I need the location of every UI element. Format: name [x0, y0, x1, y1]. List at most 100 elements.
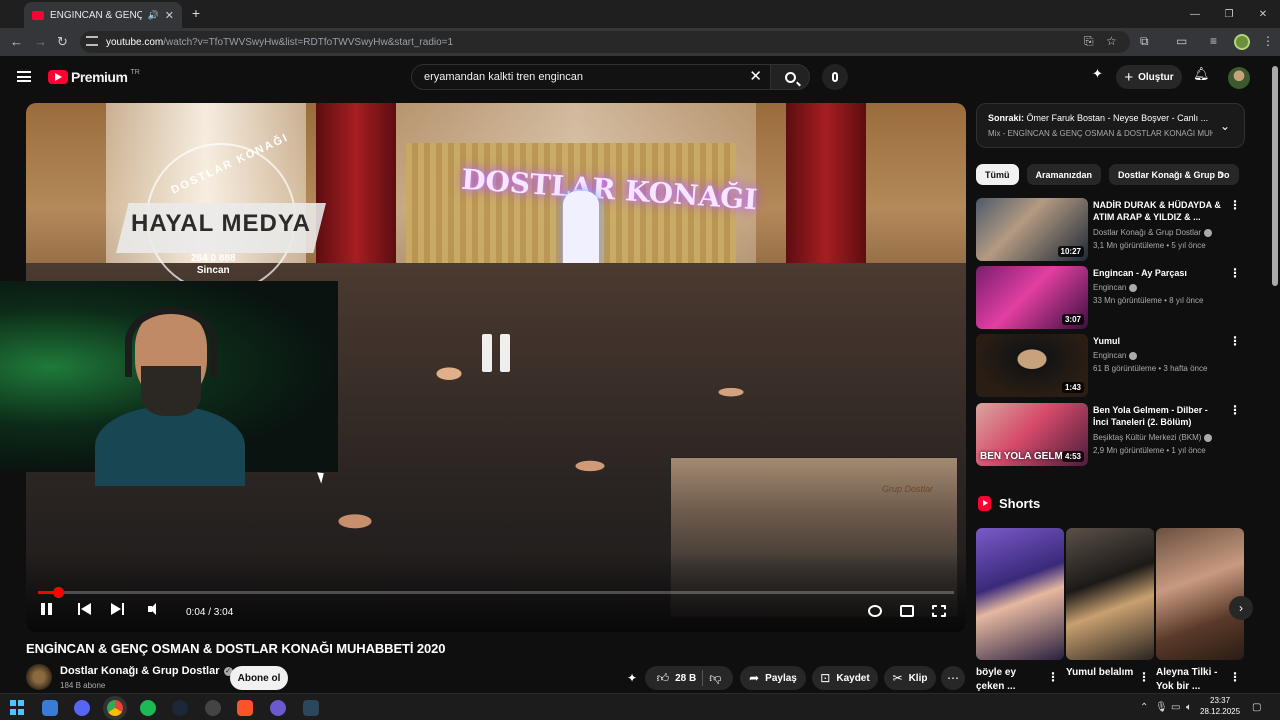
forward-button[interactable]: → [34, 34, 47, 49]
audio-playing-icon[interactable]: 🔊 [148, 10, 159, 21]
settings-gear-icon[interactable] [868, 605, 882, 617]
ai-ask-button[interactable]: ✦ [620, 666, 644, 690]
recommendation-item[interactable]: 10:27 NADİR DURAK & HÜDAYDA & ATIM ARAP … [976, 198, 1246, 262]
recommendation-title[interactable]: NADİR DURAK & HÜDAYDA & ATIM ARAP & YILD… [1093, 199, 1223, 223]
share-button[interactable]: ➦ Paylaş [740, 666, 806, 690]
short-title[interactable]: böyle ey çeken ... [976, 666, 1046, 694]
recommendation-thumbnail[interactable]: 1:43 [976, 334, 1088, 397]
explorer-icon[interactable] [42, 700, 58, 716]
browser-menu-icon[interactable]: ⋮ [1262, 34, 1274, 48]
more-actions-button[interactable]: ⋯ [941, 666, 965, 690]
brave-icon[interactable] [237, 700, 253, 716]
channel-avatar[interactable] [26, 664, 52, 690]
search-input[interactable]: eryamandan kalkti tren engincan ✕ [411, 64, 771, 90]
recommendation-title[interactable]: Ben Yola Gelmem - Dilber - İnci Taneleri… [1093, 404, 1223, 428]
voice-search-button[interactable] [822, 64, 848, 90]
short-thumbnail[interactable] [1066, 528, 1154, 660]
recommendation-thumbnail[interactable]: 3:07 [976, 266, 1088, 329]
address-bar[interactable]: youtube.com/watch?v=TfoTWVSwyHw&list=RDT… [80, 31, 1130, 53]
recommendation-channel[interactable]: Engincan [1093, 283, 1138, 292]
recommendation-thumbnail[interactable]: 10:27 [976, 198, 1088, 261]
install-app-icon[interactable]: ⎘ [1084, 34, 1094, 49]
progress-bar[interactable] [38, 587, 954, 598]
recommendation-channel[interactable]: Beşiktaş Kültür Merkezi (BKM) [1093, 433, 1213, 442]
more-options-icon[interactable]: ⋮ [1229, 198, 1241, 212]
ai-assist-icon[interactable]: ✦ [1092, 66, 1103, 82]
new-tab-button[interactable]: + [188, 6, 204, 22]
chip-all[interactable]: Tümü [976, 164, 1019, 185]
recommendation-thumbnail[interactable]: BEN YOLA GELM 4:53 [976, 403, 1088, 466]
youtube-premium-logo[interactable]: Premium TR [48, 69, 140, 85]
windows-start-icon[interactable] [10, 700, 26, 716]
channel-name-link[interactable]: Dostlar Konağı & Grup Dostlar ✓ [60, 665, 233, 677]
recommendation-channel[interactable]: Engincan [1093, 351, 1138, 360]
browser-toolbar: ← → ↻ youtube.com/watch?v=TfoTWVSwyHw&li… [0, 28, 1280, 56]
notification-center-icon[interactable]: ▢ [1252, 702, 1261, 713]
media-control-icon[interactable]: ≡ [1210, 34, 1217, 48]
back-button[interactable]: ← [10, 34, 23, 49]
recommendation-item[interactable]: 3:07 Engincan - Ay Parçası Engincan 33 M… [976, 266, 1246, 330]
app-icon[interactable] [205, 700, 221, 716]
steam-alt-icon[interactable] [303, 700, 319, 716]
search-button[interactable] [770, 64, 810, 90]
reload-button[interactable]: ↻ [57, 34, 68, 50]
bookmark-star-icon[interactable]: ☆ [1106, 34, 1117, 48]
up-next-panel[interactable]: Sonraki: Ömer Faruk Bostan - Neyse Boşve… [976, 103, 1245, 148]
page-scrollbar[interactable] [1272, 66, 1278, 286]
next-button[interactable] [110, 603, 124, 615]
more-options-icon[interactable]: ⋮ [1229, 266, 1241, 280]
save-button[interactable]: ⊡ Kaydet [812, 666, 878, 690]
recommendation-channel[interactable]: Dostlar Konağı & Grup Dostlar [1093, 228, 1213, 237]
subscribe-button[interactable]: Abone ol [230, 666, 288, 690]
close-window-button[interactable]: ✕ [1246, 0, 1280, 28]
system-clock[interactable]: 23:37 28.12.2025 [1200, 695, 1240, 717]
miniplayer-icon[interactable] [900, 605, 914, 617]
short-thumbnail[interactable] [976, 528, 1064, 660]
volume-button[interactable] [148, 603, 162, 615]
hamburger-menu-icon[interactable] [17, 71, 31, 82]
previous-button[interactable] [78, 603, 92, 615]
short-title[interactable]: Yumul belalım [1066, 666, 1136, 680]
thumbs-down-icon[interactable]: 👎︎ [709, 671, 721, 686]
like-count[interactable]: 28 B [675, 673, 696, 684]
short-title[interactable]: Aleyna Tilki - Yok bir ... [1156, 666, 1226, 694]
more-options-icon[interactable]: ⋮ [1229, 334, 1241, 348]
notifications-bell-icon[interactable]: 🔔︎ [1193, 66, 1210, 82]
chips-next-arrow-icon[interactable]: › [1219, 166, 1224, 182]
recommendation-item[interactable]: BEN YOLA GELM 4:53 Ben Yola Gelmem - Dilb… [976, 403, 1246, 467]
more-options-icon[interactable]: ⋮ [1138, 670, 1150, 684]
recommendation-title[interactable]: Yumul [1093, 335, 1223, 347]
more-options-icon[interactable]: ⋮ [1229, 403, 1241, 417]
microphone-tray-icon[interactable]: 🎙︎ [1155, 702, 1168, 713]
spotify-icon[interactable] [140, 700, 156, 716]
recommendation-item[interactable]: 1:43 Yumul Engincan 61 B görüntüleme • 3… [976, 334, 1246, 398]
extensions-icon[interactable]: ⧉ [1140, 34, 1149, 49]
recommendation-title[interactable]: Engincan - Ay Parçası [1093, 267, 1223, 279]
clip-button[interactable]: ✂ Klip [884, 666, 936, 690]
short-thumbnail[interactable] [1156, 528, 1244, 660]
thumbs-up-icon[interactable]: 👍︎ [657, 671, 670, 686]
browser-profile-avatar[interactable] [1234, 34, 1250, 50]
chip-from-search[interactable]: Aramanızdan [1026, 164, 1102, 185]
shorts-next-arrow-icon[interactable]: › [1229, 596, 1253, 620]
discord-icon[interactable] [74, 700, 90, 716]
pause-button[interactable] [41, 603, 52, 615]
chevron-down-icon[interactable]: ⌄ [1220, 119, 1230, 133]
tray-chevron-icon[interactable]: ⌃ [1140, 702, 1148, 713]
more-options-icon[interactable]: ⋮ [1047, 670, 1059, 684]
close-tab-icon[interactable]: ✕ [165, 9, 174, 22]
account-avatar[interactable] [1228, 67, 1250, 89]
clear-search-icon[interactable]: ✕ [749, 67, 762, 85]
chrome-icon[interactable] [107, 700, 123, 716]
speaker-icon[interactable]: 🔈︎ [1186, 702, 1192, 713]
minimize-button[interactable]: — [1178, 0, 1212, 28]
site-info-icon[interactable] [86, 36, 98, 46]
restore-button[interactable]: ❐ [1212, 0, 1246, 28]
create-button[interactable]: + Oluştur [1116, 65, 1182, 89]
steam-icon[interactable] [172, 700, 188, 716]
cast-icon[interactable]: ▭ [1176, 34, 1187, 48]
more-options-icon[interactable]: ⋮ [1229, 670, 1241, 684]
network-icon[interactable]: ▭ [1171, 702, 1180, 713]
browser-tab-active[interactable]: ENGİNCAN & GENÇ OSMA 🔊 ✕ [24, 2, 182, 28]
app2-icon[interactable] [270, 700, 286, 716]
